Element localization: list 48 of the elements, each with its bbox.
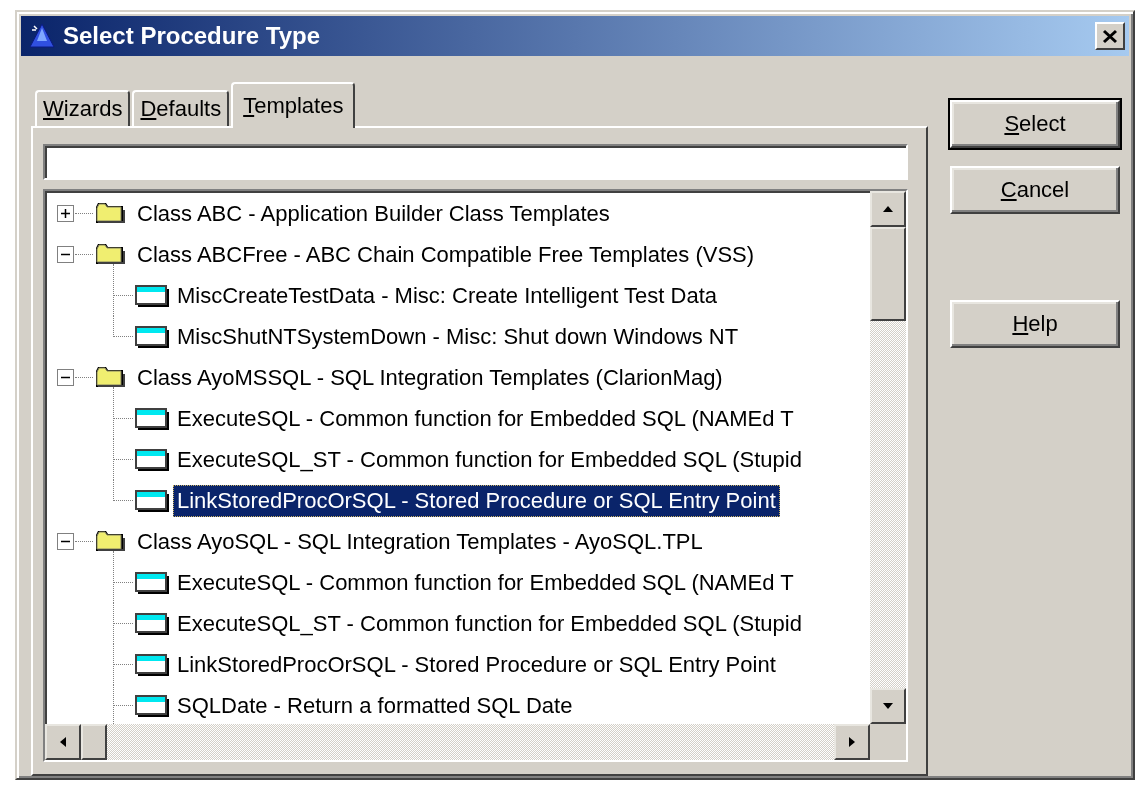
scrollbar-corner bbox=[870, 724, 906, 760]
procedure-icon bbox=[135, 613, 169, 635]
procedure-icon bbox=[135, 572, 169, 594]
tree-item[interactable]: Class AyoSQL - SQL Integration Templates - AyoSQL.TPL bbox=[133, 525, 707, 558]
scroll-left-button[interactable] bbox=[45, 724, 81, 760]
folder-icon bbox=[95, 529, 126, 553]
close-button[interactable] bbox=[1095, 22, 1125, 50]
scroll-down-button[interactable] bbox=[870, 688, 906, 724]
scroll-right-button[interactable] bbox=[834, 724, 870, 760]
tree-item[interactable]: MiscCreateTestData - Misc: Create Intelligent Test Data bbox=[173, 279, 722, 312]
close-icon bbox=[1102, 28, 1118, 44]
app-icon bbox=[29, 23, 55, 49]
tree-item[interactable]: Class AyoMSSQL - SQL Integration Templates (ClarionMag) bbox=[133, 361, 727, 394]
procedure-icon bbox=[135, 326, 169, 348]
tree-item[interactable]: LinkStoredProcOrSQL - Stored Procedure or SQL Entry Point bbox=[173, 484, 780, 517]
scroll-thumb[interactable] bbox=[870, 227, 906, 321]
tree-item[interactable]: SQLDate - Return a formatted SQL Date bbox=[173, 689, 577, 722]
procedure-icon bbox=[135, 695, 169, 717]
dialog-button[interactable]: Select bbox=[950, 100, 1120, 148]
folder-icon bbox=[95, 242, 126, 266]
tree-item[interactable]: Class ABCFree - ABC Chain Compatible Free Templates (VSS) bbox=[133, 238, 759, 271]
tab[interactable]: Defaults bbox=[132, 90, 230, 126]
tree-item[interactable]: ExecuteSQL - Common function for Embedded SQL (NAMEd T bbox=[173, 566, 798, 599]
procedure-icon bbox=[135, 490, 169, 512]
tree-item[interactable]: ExecuteSQL_ST - Common function for Embedded SQL (Stupid bbox=[173, 443, 806, 476]
scroll-up-button[interactable] bbox=[870, 191, 906, 227]
expand-icon[interactable] bbox=[57, 205, 74, 222]
dialog-button[interactable]: Help bbox=[950, 300, 1120, 348]
folder-icon bbox=[95, 201, 126, 225]
tree-item[interactable]: MiscShutNTSystemDown - Misc: Shut down Windows NT bbox=[173, 320, 743, 353]
dialog-button[interactable]: Cancel bbox=[950, 166, 1120, 214]
tree-item[interactable]: Class ABC - Application Builder Class Templates bbox=[133, 197, 614, 230]
tab[interactable]: Wizards bbox=[35, 90, 131, 126]
tree-item[interactable]: ExecuteSQL - Common function for Embedded SQL (NAMEd T bbox=[173, 402, 798, 435]
filter-field[interactable] bbox=[43, 144, 908, 180]
folder-icon bbox=[95, 365, 126, 389]
collapse-icon[interactable] bbox=[57, 533, 74, 550]
collapse-icon[interactable] bbox=[57, 246, 74, 263]
window-title: Select Procedure Type bbox=[63, 22, 321, 50]
horizontal-scroll-thumb[interactable] bbox=[81, 724, 107, 760]
procedure-icon bbox=[135, 449, 169, 471]
tab[interactable]: Templates bbox=[231, 82, 356, 128]
tree-item[interactable]: ExecuteSQL_ST - Common function for Embedded SQL (Stupid bbox=[173, 607, 806, 640]
collapse-icon[interactable] bbox=[57, 369, 74, 386]
procedure-icon bbox=[135, 654, 169, 676]
tree-item[interactable]: LinkStoredProcOrSQL - Stored Procedure or SQL Entry Point bbox=[173, 648, 780, 681]
procedure-icon bbox=[135, 408, 169, 430]
procedure-icon bbox=[135, 285, 169, 307]
